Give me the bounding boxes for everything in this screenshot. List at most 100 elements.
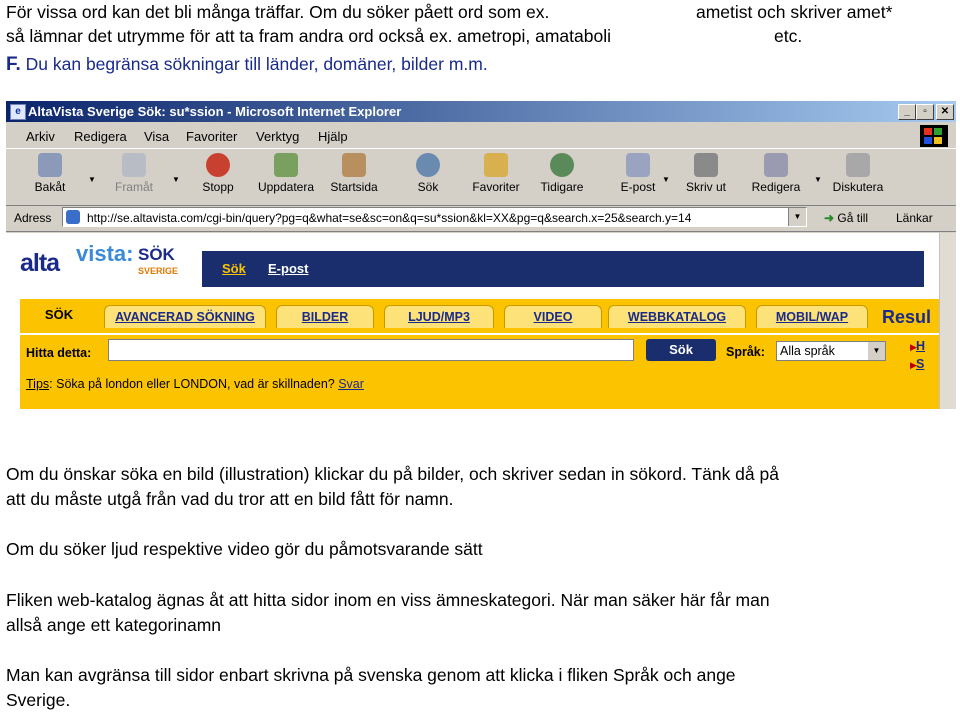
back-arrow-icon [38,153,62,177]
logo-vista: vista: [76,241,134,266]
tips-answer-link[interactable]: Svar [338,377,364,391]
discuss-button[interactable]: Diskutera [828,153,888,194]
forward-button[interactable]: Framåt [104,153,164,194]
paragraph-4a: Man kan avgränsa till sidor enbart skriv… [6,665,736,685]
favorites-button[interactable]: Favoriter [466,153,526,194]
intro-line-2: så lämnar det utrymme för att ta fram an… [6,24,956,49]
links-button[interactable]: Länkar [896,211,933,225]
search-input[interactable] [108,339,634,361]
search-button[interactable]: Sök [398,153,458,194]
logo-alta: alta [20,249,60,277]
intro-line-2b: etc. [774,26,803,46]
intro-line-2a: så lämnar det utrymme för att ta fram an… [6,26,611,46]
favorites-icon [484,153,508,177]
go-button[interactable]: ➜ Gå till [824,211,868,225]
edit-dropdown-icon[interactable]: ▼ [814,175,822,184]
tips-label[interactable]: Tips [26,377,49,391]
printer-icon [694,153,718,177]
tips-text: : Söka på london eller LONDON, vad är sk… [49,377,335,391]
side-link-h[interactable]: H [916,339,925,353]
logo-sverige: SVERIGE [138,266,179,276]
menu-visa[interactable]: Visa [144,129,169,144]
search-panel: SÖK AVANCERAD SÖKNING BILDER LJUD/MP3 VI… [20,299,940,409]
go-arrow-icon: ➜ [824,211,835,225]
address-bar: Adress http://se.altavista.com/cgi-bin/q… [6,205,956,232]
toolbar: Bakåt ▼ Framåt ▼ Stopp Uppdatera Startsi… [6,148,956,206]
tab-sok[interactable]: SÖK [20,301,98,333]
menu-verktyg[interactable]: Verktyg [256,129,299,144]
intro-line-1: För vissa ord kan det bli många träffar.… [6,0,956,25]
history-icon [550,153,574,177]
paragraph-3a: Fliken web-katalog ägnas åt att hitta si… [6,590,770,610]
scrollbar[interactable] [939,233,956,409]
edit-icon [764,153,788,177]
intro-line-3-prefix: F. [6,54,21,75]
mail-button[interactable]: E-post [608,153,668,194]
paragraph-3b: allså ange ett kategorinamn [6,615,221,635]
language-value: Alla språk [780,344,835,358]
tab-mobile-wap[interactable]: MOBIL/WAP [756,305,868,328]
browser-screenshot: e AltaVista Sverige Sök: su*ssion - Micr… [6,101,956,409]
tab-advanced-search[interactable]: AVANCERAD SÖKNING [104,305,266,328]
intro-line-3-text: Du kan begränsa sökningar till länder, d… [20,54,488,74]
menu-favoriter[interactable]: Favoriter [186,129,237,144]
refresh-icon [274,153,298,177]
language-select[interactable]: Alla språk ▼ [776,341,886,361]
search-submit-button[interactable]: Sök [646,339,716,361]
stop-button[interactable]: Stopp [188,153,248,194]
history-button[interactable]: Tidigare [532,153,592,194]
tab-divider [20,333,940,335]
maximize-button[interactable]: ▫ [916,104,934,120]
language-dropdown-icon[interactable]: ▼ [868,342,885,360]
search-icon [416,153,440,177]
tab-audio-mp3[interactable]: LJUD/MP3 [384,305,494,328]
menu-bar: Arkiv Redigera Visa Favoriter Verktyg Hj… [6,123,956,147]
address-dropdown-icon[interactable]: ▼ [788,208,806,226]
address-input[interactable]: http://se.altavista.com/cgi-bin/query?pg… [62,207,807,227]
language-label: Språk: [726,345,765,359]
print-button[interactable]: Skriv ut [676,153,736,194]
forward-arrow-icon [122,153,146,177]
stop-icon [206,153,230,177]
menu-redigera[interactable]: Redigera [74,129,127,144]
browser-title: AltaVista Sverige Sök: su*ssion - Micros… [28,104,402,119]
tab-images[interactable]: BILDER [276,305,374,328]
menu-hjalp[interactable]: Hjälp [318,129,348,144]
results-heading: Resul [882,307,932,327]
back-dropdown-icon[interactable]: ▼ [88,175,96,184]
side-link-s[interactable]: S [916,357,924,371]
browser-titlebar: e AltaVista Sverige Sök: su*ssion - Micr… [6,101,956,122]
back-button[interactable]: Bakåt [20,153,80,194]
page-icon [66,210,80,224]
paragraph-1b: att du måste utgå från vad du tror att e… [6,489,454,509]
minimize-button[interactable]: _ [898,104,916,120]
logo-sok: SÖK [138,245,175,264]
tab-video[interactable]: VIDEO [504,305,602,328]
paragraph-4b: Sverige. [6,690,71,710]
edit-button[interactable]: Redigera [746,153,806,194]
windows-logo-icon [920,125,948,147]
search-label: Hitta detta: [26,346,92,360]
tab-web-directory[interactable]: WEBBKATALOG [608,305,746,328]
paragraph-1a: Om du önskar söka en bild (illustration)… [6,464,779,484]
paragraph-2: Om du söker ljud respektive video gör du… [6,539,483,559]
discuss-icon [846,153,870,177]
menu-arkiv[interactable]: Arkiv [26,129,55,144]
home-icon [342,153,366,177]
mail-dropdown-icon[interactable]: ▼ [662,175,670,184]
tips-line: Tips: Söka på london eller LONDON, vad ä… [26,377,364,391]
nav-sok[interactable]: Sök [222,261,246,276]
home-button[interactable]: Startsida [324,153,384,194]
intro-line-1a: För vissa ord kan det bli många träffar.… [6,2,550,22]
ie-icon: e [10,104,26,120]
forward-dropdown-icon[interactable]: ▼ [172,175,180,184]
nav-epost[interactable]: E-post [268,261,308,276]
close-button[interactable]: ✕ [936,104,954,120]
refresh-button[interactable]: Uppdatera [256,153,316,194]
web-page: alta vista: SÖK SVERIGE Sök E-post SÖK A… [6,233,940,409]
top-nav: Sök E-post [202,251,924,287]
intro-line-3: F. Du kan begränsa sökningar till länder… [6,52,956,77]
address-url: http://se.altavista.com/cgi-bin/query?pg… [87,211,692,225]
address-label: Adress [14,211,52,225]
mail-icon [626,153,650,177]
